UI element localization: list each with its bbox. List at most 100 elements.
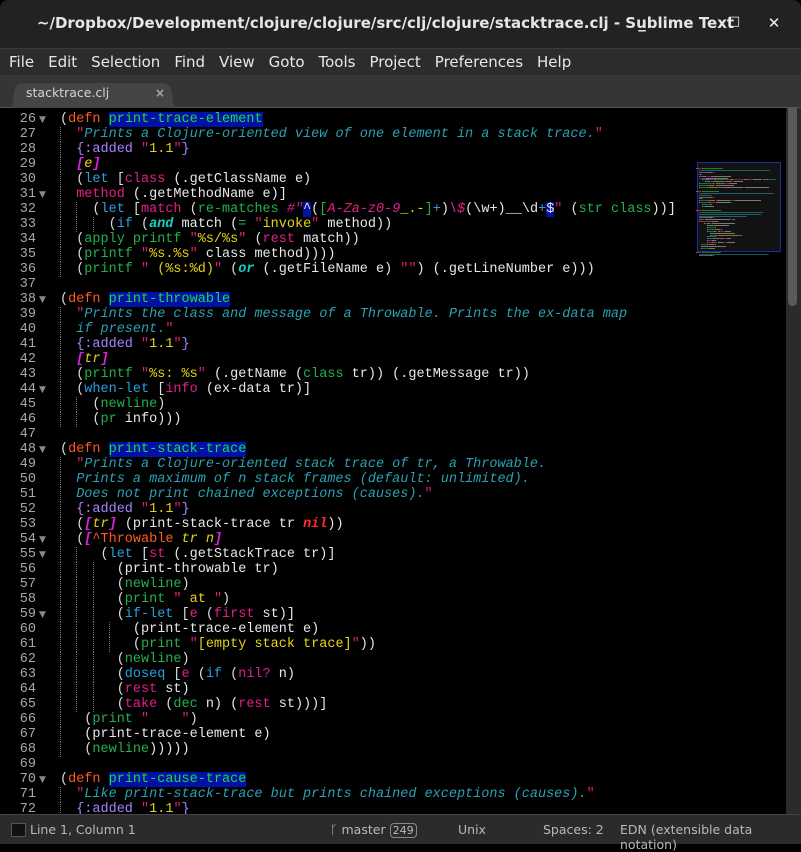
code-line[interactable]: (print "[empty stack trace]")) <box>133 637 376 652</box>
code-line[interactable]: (print-throwable tr) <box>117 562 279 577</box>
code-line[interactable]: (doseq [e (if (nil? n) <box>117 667 295 682</box>
minimap-line <box>702 190 720 192</box>
code-line[interactable]: (printf "%s: %s" (.getName (class tr)) (… <box>76 367 530 382</box>
menu-preferences[interactable]: Preferences <box>428 53 530 71</box>
code-line[interactable]: (printf " (%s:%d)" (or (.getFileName e) … <box>76 262 595 277</box>
code-line[interactable]: (let [class (.getClassName e) <box>76 172 311 187</box>
code-token: ] <box>108 517 117 532</box>
menu-file[interactable]: File <box>2 53 41 71</box>
code-token: " <box>141 367 150 382</box>
code-line[interactable]: (print-trace-element e) <box>84 727 270 742</box>
code-editor[interactable]: 26 ▼ 27 28 29 30 31 ▼ 32 33 34 35 36 37 38 ▼ 39 40 41 42 43 4… <box>0 108 801 814</box>
tab-label[interactable]: stacktrace.clj <box>26 85 109 100</box>
code-line[interactable]: (if-let [e (first st)] <box>117 607 295 622</box>
code-line[interactable]: (print-trace-element e) <box>133 622 319 637</box>
minimap-line <box>713 171 715 173</box>
code-line[interactable]: (let [st (.getStackTrace tr)] <box>101 547 336 562</box>
menu-selection[interactable]: Selection <box>84 53 167 71</box>
git-branch[interactable]: ᚴ master 249 <box>330 822 417 838</box>
code-line[interactable]: (newline))))) <box>84 742 189 757</box>
code-line[interactable]: ([tr] (print-stack-trace tr nil)) <box>76 517 343 532</box>
minimap-line <box>769 169 771 171</box>
cursor-position[interactable]: Line 1, Column 1 <box>30 822 136 837</box>
fold-triangle-icon[interactable]: ▼ <box>39 610 46 620</box>
minimap[interactable] <box>696 108 784 814</box>
fold-triangle-icon[interactable]: ▼ <box>39 190 46 200</box>
code-line[interactable]: Does not print chained exceptions (cause… <box>76 487 432 502</box>
fold-triangle-icon[interactable]: ▼ <box>39 550 46 560</box>
code-line[interactable]: (print " at ") <box>117 592 230 607</box>
code-line[interactable]: (if (and match (= "invoke" method)) <box>109 217 393 232</box>
code-line[interactable]: "Prints the class and message of a Throw… <box>76 307 627 322</box>
code-line[interactable]: (newline) <box>117 577 190 592</box>
menu-edit[interactable]: Edit <box>41 53 84 71</box>
fold-triangle-icon[interactable]: ▼ <box>39 535 46 545</box>
fold-triangle-icon[interactable]: ▼ <box>39 295 46 305</box>
code-line[interactable]: {:added "1.1"} <box>76 142 189 157</box>
menu-view[interactable]: View <box>212 53 262 71</box>
minimap-line <box>699 194 712 196</box>
fold-triangle-icon[interactable]: ▼ <box>39 385 46 395</box>
menu-help[interactable]: Help <box>530 53 578 71</box>
menu-goto[interactable]: Goto <box>262 53 312 71</box>
code-line[interactable]: {:added "1.1"} <box>76 502 189 517</box>
code-line[interactable]: (when-let [info (ex-data tr)] <box>76 382 311 397</box>
code-token: [ <box>165 667 182 682</box>
code-line[interactable]: ([^Throwable tr n] <box>76 532 222 547</box>
code-line[interactable]: (defn print-trace-element <box>60 112 263 127</box>
code-line[interactable]: [e] <box>76 157 100 172</box>
code-line[interactable]: {:added "1.1"} <box>76 802 189 814</box>
fold-triangle-icon[interactable]: ▼ <box>39 775 46 785</box>
indent-guide <box>92 652 94 667</box>
code-line[interactable]: (newline) <box>92 397 165 412</box>
line-endings[interactable]: Unix <box>458 822 486 837</box>
fold-triangle-icon[interactable]: ▼ <box>39 115 46 125</box>
code-line[interactable]: (defn print-stack-trace <box>60 442 247 457</box>
code-line[interactable]: (defn print-throwable <box>60 292 231 307</box>
minimap-line <box>715 226 717 228</box>
code-line[interactable]: (defn print-cause-trace <box>60 772 247 787</box>
code-line[interactable]: if present." <box>76 322 173 337</box>
menu-tools[interactable]: Tools <box>312 53 363 71</box>
code-line[interactable]: (apply printf "%s/%s" (rest match)) <box>76 232 360 247</box>
maximize-button[interactable]: □ <box>724 14 744 29</box>
tab-close-icon[interactable]: × <box>155 86 165 100</box>
syntax-selector[interactable]: EDN (extensible data notation) <box>620 822 801 852</box>
minimap-line <box>700 202 709 204</box>
code-line[interactable]: [tr] <box>76 352 108 367</box>
indent-guide <box>76 637 78 652</box>
code-line[interactable]: "Like print-stack-trace but prints chain… <box>76 787 595 802</box>
code-line[interactable]: (take (dec n) (rest st)))] <box>117 697 328 712</box>
menu-find[interactable]: Find <box>167 53 212 71</box>
sidebar-toggle-icon[interactable] <box>11 823 26 837</box>
scrollbar-thumb[interactable] <box>788 108 797 306</box>
code-token: [empty stack trace] <box>197 637 352 652</box>
code-line[interactable]: (pr info))) <box>92 412 181 427</box>
close-window-button[interactable]: ✕ <box>764 14 784 32</box>
code-line[interactable]: (rest st) <box>117 682 190 697</box>
code-line[interactable]: method (.getMethodName e)] <box>76 187 287 202</box>
code-token: } <box>181 502 190 517</box>
fold-triangle-icon[interactable]: ▼ <box>39 445 46 455</box>
indent-guide <box>60 577 62 592</box>
code-line[interactable]: Prints a maximum of n stack frames (defa… <box>76 472 530 487</box>
code-line[interactable]: "Prints a Clojure-oriented view of one e… <box>76 127 603 142</box>
code-line[interactable]: (printf "%s.%s" class method)))) <box>76 247 335 262</box>
indentation[interactable]: Spaces: 2 <box>543 822 604 837</box>
minimize-button[interactable]: _ <box>632 14 652 32</box>
code-line[interactable]: (newline) <box>117 652 190 667</box>
menu-project[interactable]: Project <box>362 53 427 71</box>
code-line[interactable]: (let [match (re-matches #"^([A-Za-z0-9_.… <box>92 202 676 217</box>
line-number: 34 <box>19 232 36 247</box>
code-token: + <box>538 202 547 217</box>
code-line[interactable]: (print " ") <box>84 712 197 727</box>
code-line[interactable]: {:added "1.1"} <box>76 337 189 352</box>
code-token: invoke <box>262 217 312 232</box>
code-line[interactable]: "Prints a Clojure-oriented stack trace o… <box>76 457 546 472</box>
indent-guide <box>60 232 62 247</box>
code-token: (.getFileName e) <box>254 262 401 277</box>
code-token: re-matches <box>197 202 279 217</box>
